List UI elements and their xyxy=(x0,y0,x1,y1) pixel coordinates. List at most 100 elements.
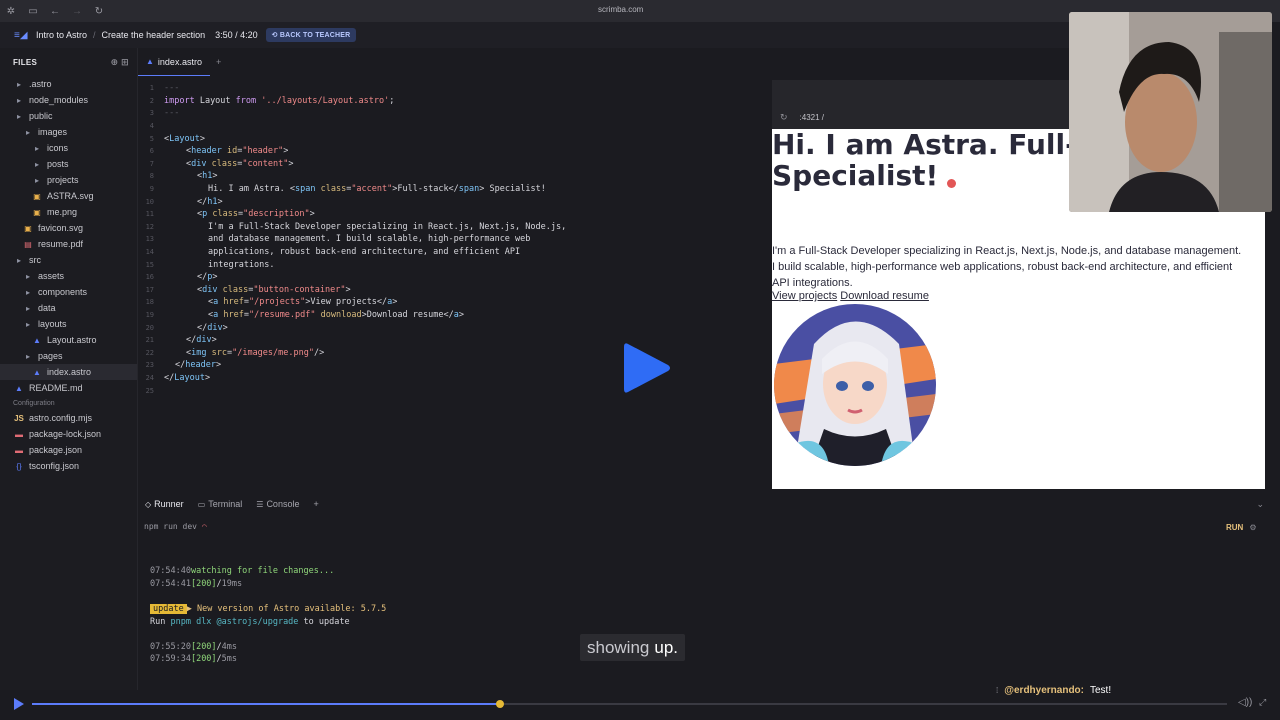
chevron-down-icon[interactable]: ⌄ xyxy=(1256,499,1264,510)
console-icon: ☰ xyxy=(256,499,264,509)
code-line: 6 <header id="header"> xyxy=(138,145,772,158)
file-tree-item[interactable]: ▣ ASTRA.svg xyxy=(0,188,137,204)
line-number: 23 xyxy=(145,361,154,370)
file-tree-label: node_modules xyxy=(29,95,89,105)
file-tree-item[interactable]: ▸ images xyxy=(0,124,137,140)
line-number: 3 xyxy=(149,109,154,118)
file-icon: ▤ xyxy=(24,239,32,249)
code-token: >View projects</ xyxy=(305,297,388,308)
tab-index-astro[interactable]: ▲ index.astro xyxy=(138,48,210,76)
preview-address[interactable]: :4321 / xyxy=(800,113,824,122)
file-tree-item[interactable]: ▸ projects xyxy=(0,172,137,188)
code-token: download xyxy=(320,309,362,320)
file-tree-item[interactable]: ▸ node_modules xyxy=(0,92,137,108)
code-line: 18 <a href="/projects">View projects</a> xyxy=(138,296,772,309)
tab-terminal[interactable]: ▭ Terminal xyxy=(191,499,250,509)
file-tree-item[interactable]: ▤ resume.pdf xyxy=(0,236,137,252)
config-file-label: tsconfig.json xyxy=(29,461,80,471)
scrimba-logo-icon[interactable]: ≡◢ xyxy=(0,30,30,41)
file-icon: ▲ xyxy=(33,367,41,377)
run-label: RUN xyxy=(1226,523,1244,532)
file-tree-item[interactable]: ▣ favicon.svg xyxy=(0,220,137,236)
file-tree-item[interactable]: ▸ data xyxy=(0,300,137,316)
play-small-icon[interactable] xyxy=(13,698,25,710)
address-bar[interactable]: scrimba.com xyxy=(598,5,643,14)
browser-menu-icon[interactable]: ✲ xyxy=(0,0,22,22)
view-projects-link[interactable]: View projects xyxy=(772,290,837,302)
file-tree-item[interactable]: ▲ Layout.astro xyxy=(0,332,137,348)
file-tree-item[interactable]: ▸ pages xyxy=(0,348,137,364)
folder-icon: ▸ xyxy=(25,127,30,137)
line-number: 1 xyxy=(149,84,154,93)
file-tree-item[interactable]: ▸ .astro xyxy=(0,76,137,92)
code-token: </ xyxy=(175,360,186,371)
file-tree-item[interactable]: ▸ components xyxy=(0,284,137,300)
config-file-item[interactable]: JS astro.config.mjs xyxy=(0,410,137,426)
config-file-item[interactable]: ▬ package-lock.json xyxy=(0,426,137,442)
forward-arrow-icon[interactable]: → xyxy=(66,0,88,22)
code-token: class xyxy=(222,284,249,295)
file-tree-item[interactable]: ▲ index.astro xyxy=(0,364,137,380)
terminal-line: 07:55:20 [200] / 4ms xyxy=(150,641,850,654)
download-resume-link[interactable]: Download resume xyxy=(840,290,929,302)
back-to-teacher-button[interactable]: ⟲ BACK TO TEACHER xyxy=(265,28,357,42)
file-tree-item[interactable]: ▸ icons xyxy=(0,140,137,156)
file-tree-label: public xyxy=(29,111,53,121)
file-tree-label: README.md xyxy=(29,383,83,393)
back-arrow-icon[interactable]: ← xyxy=(44,0,66,22)
reload-icon[interactable]: ↻ xyxy=(88,0,110,22)
run-button[interactable]: RUN ⚙ xyxy=(1226,523,1257,532)
config-file-item[interactable]: {} tsconfig.json xyxy=(0,458,137,474)
code-editor[interactable]: 1 --- 2 import Layout from '../layouts/Layo… xyxy=(138,76,772,486)
file-tree-label: pages xyxy=(38,351,63,361)
add-tab-icon[interactable]: + xyxy=(216,57,221,67)
folder-icon: ▸ xyxy=(34,175,39,185)
code-line: 2 import Layout from '../layouts/Layout.a… xyxy=(138,95,772,108)
progress-track[interactable] xyxy=(32,700,1227,708)
code-token: "accent" xyxy=(351,184,393,195)
file-icon: ▣ xyxy=(33,207,41,217)
code-line: 25 xyxy=(138,384,772,397)
astro-file-icon: ▲ xyxy=(146,57,154,66)
terminal-line: Run pnpm dlx @astrojs/upgrade to update xyxy=(150,615,850,628)
line-number: 12 xyxy=(145,222,154,231)
folder-icon: ▸ xyxy=(16,79,21,89)
gear-icon[interactable]: ⚙ xyxy=(1249,523,1256,532)
preview-reload-icon[interactable]: ↻ xyxy=(780,112,788,123)
file-tree-item[interactable]: ▸ assets xyxy=(0,268,137,284)
file-tree-item[interactable]: ▣ me.png xyxy=(0,204,137,220)
file-tree-item[interactable]: ▲ README.md xyxy=(0,380,137,396)
add-panel-icon[interactable]: + xyxy=(306,499,325,509)
file-tree-item[interactable]: ▸ src xyxy=(0,252,137,268)
file-tree-item[interactable]: ▸ posts xyxy=(0,156,137,172)
file-tree-item[interactable]: ▸ layouts xyxy=(0,316,137,332)
config-file-item[interactable]: ▬ package.json xyxy=(0,442,137,458)
code-token: id xyxy=(226,146,238,157)
sidebar-toggle-icon[interactable]: ▭ xyxy=(22,0,44,22)
spinner-icon: ◠ xyxy=(201,522,207,531)
runner-icon: ◇ xyxy=(145,499,152,509)
tab-runner[interactable]: ◇ Runner xyxy=(138,499,191,509)
volume-icon[interactable]: ◁)) xyxy=(1238,697,1252,708)
progress-handle[interactable] xyxy=(496,700,505,708)
folder-icon: ▸ xyxy=(34,143,39,153)
file-tree-label: me.png xyxy=(47,207,78,217)
code-token: "/projects" xyxy=(248,297,306,308)
caption-dim: showing xyxy=(587,637,650,657)
file-tree-item[interactable]: ▸ public xyxy=(0,108,137,124)
tab-console[interactable]: ☰ Console xyxy=(249,499,306,509)
code-text: <div class="button-container"> xyxy=(164,285,351,295)
line-number: 18 xyxy=(145,298,154,307)
play-icon[interactable] xyxy=(622,340,672,396)
code-token: Layout xyxy=(199,95,236,106)
code-token: div xyxy=(196,335,212,346)
code-token: '../layouts/Layout.astro' xyxy=(261,95,390,106)
file-tree-label: Layout.astro xyxy=(47,335,97,345)
file-tree-label: favicon.svg xyxy=(38,223,84,233)
folder-icon: ▸ xyxy=(25,319,30,329)
fullscreen-icon[interactable]: ⤢ xyxy=(1259,697,1266,708)
new-file-icon[interactable]: ⊕ ⊞ xyxy=(111,57,129,68)
course-breadcrumb[interactable]: Intro to Astro xyxy=(30,30,93,40)
files-title: FILES xyxy=(13,57,38,67)
log-command: pnpm dlx @astrojs/upgrade xyxy=(170,616,299,627)
